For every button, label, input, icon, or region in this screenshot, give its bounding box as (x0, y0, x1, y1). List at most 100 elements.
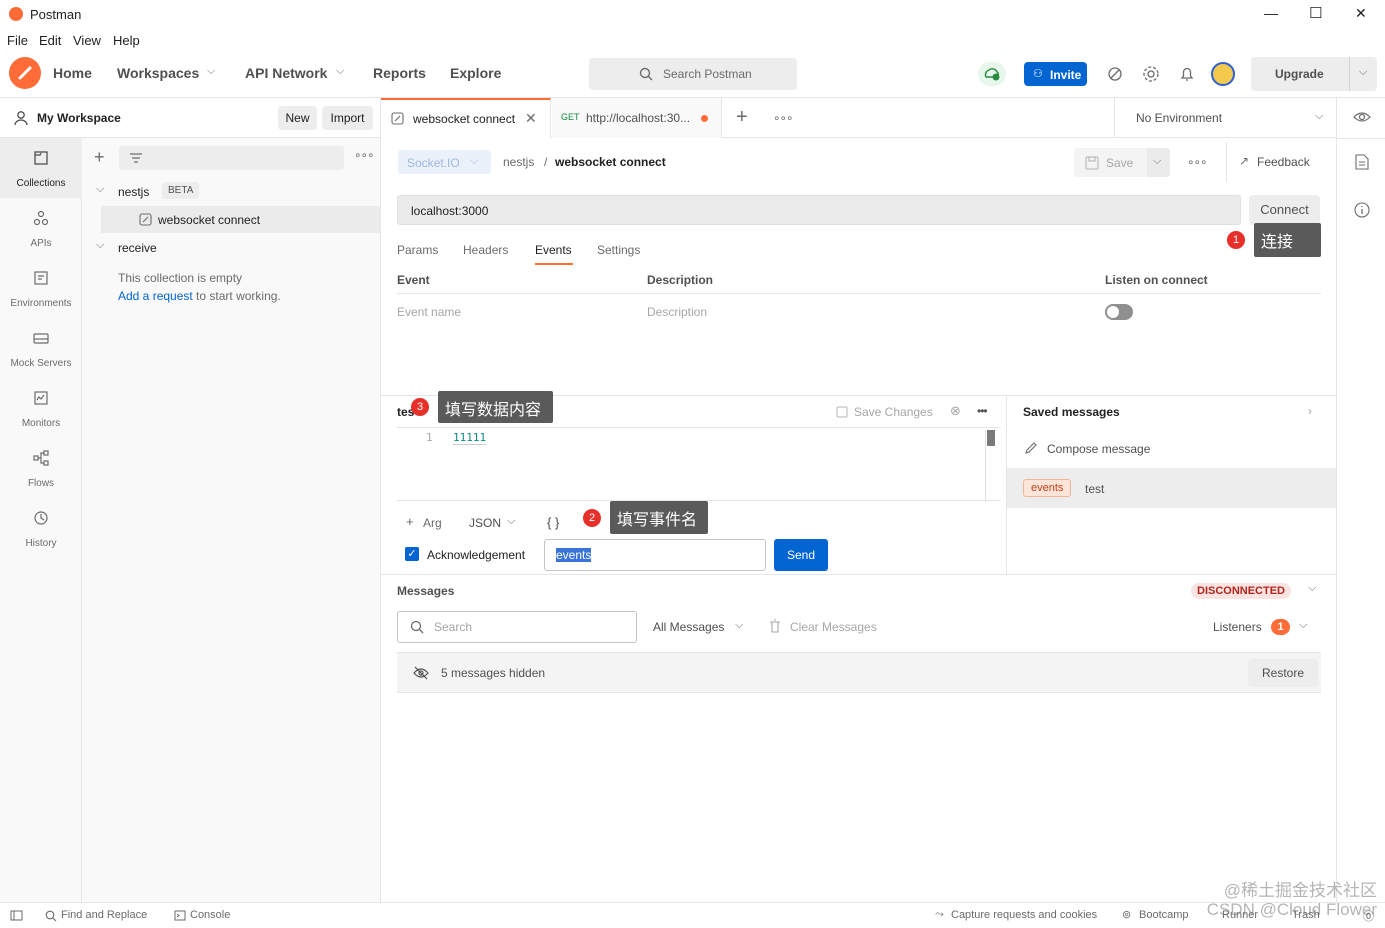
more-options-icon[interactable]: ••• (977, 404, 988, 418)
collection-receive[interactable]: receive (118, 241, 157, 255)
event-name-input[interactable]: Event name (397, 305, 461, 319)
avatar[interactable] (1211, 62, 1235, 86)
connect-button[interactable]: Connect (1249, 195, 1320, 225)
toggle-sidebar-icon[interactable] (10, 910, 23, 921)
sidebar-item-label: History (25, 538, 57, 549)
chevron-down-icon[interactable]: ⌵ (1308, 582, 1316, 595)
sidebar-item-collections[interactable]: Collections (0, 138, 82, 198)
beautify-braces-icon[interactable]: { } (547, 515, 559, 530)
close-button[interactable]: ✕ (1355, 5, 1367, 22)
send-button[interactable]: Send (774, 539, 828, 571)
nav-explore[interactable]: Explore (450, 65, 501, 81)
maximize-button[interactable]: ☐ (1309, 4, 1322, 22)
chevron-down-icon[interactable]: ⌵ (96, 239, 104, 252)
notification-bell-icon[interactable] (1178, 65, 1196, 83)
menu-view[interactable]: View (73, 33, 101, 48)
request-title[interactable]: websocket connect (555, 155, 666, 169)
sidebar-item-environments[interactable]: Environments (0, 258, 82, 318)
save-button[interactable]: Save ⌵ (1074, 148, 1170, 177)
clear-messages-button[interactable]: Clear Messages (790, 620, 877, 634)
add-arg-button[interactable]: Arg (423, 516, 442, 530)
breadcrumb-parent[interactable]: nestjs (503, 155, 534, 169)
nav-reports[interactable]: Reports (373, 65, 426, 81)
chevron-down-icon[interactable]: ⌵ (1153, 155, 1161, 168)
messages-search-input[interactable]: Search (397, 611, 637, 643)
sync-status-icon[interactable] (978, 62, 1006, 86)
discard-icon[interactable]: ⊗ (950, 403, 961, 419)
menu-edit[interactable]: Edit (39, 33, 61, 48)
listen-on-connect-toggle[interactable] (1105, 304, 1133, 320)
import-button[interactable]: Import (322, 106, 373, 130)
subtab-params[interactable]: Params (397, 243, 438, 257)
restore-button[interactable]: Restore (1248, 659, 1318, 687)
workspace-name[interactable]: My Workspace (37, 111, 121, 125)
console-button[interactable]: Console (190, 909, 230, 921)
subtab-events[interactable]: Events (535, 243, 572, 257)
capture-button[interactable]: Capture requests and cookies (951, 909, 1097, 921)
menu-file[interactable]: File (7, 33, 28, 48)
nav-api-network[interactable]: API Network (245, 65, 327, 81)
menu-help[interactable]: Help (113, 33, 140, 48)
sidebar-item-mock-servers[interactable]: Mock Servers (0, 318, 82, 378)
chevron-right-icon[interactable]: › (1308, 404, 1312, 418)
new-button[interactable]: New (278, 106, 317, 130)
feedback-button[interactable]: Feedback (1257, 155, 1310, 169)
settings-gear-icon[interactable] (1142, 65, 1160, 83)
workspace-bar: My Workspace New Import (0, 98, 381, 138)
event-name-field[interactable]: events (544, 539, 766, 571)
sidebar-item-apis[interactable]: APIs (0, 198, 82, 258)
subtab-settings[interactable]: Settings (597, 243, 640, 257)
invite-button[interactable]: ⚇ Invite (1024, 62, 1087, 86)
request-type-selector[interactable]: Socket.IO ⌵ (398, 150, 491, 174)
documentation-icon[interactable] (1355, 154, 1369, 170)
info-icon[interactable] (1354, 202, 1370, 218)
tab-websocket-connect[interactable]: websocket connect ✕ (381, 98, 551, 138)
invite-label: Invite (1050, 68, 1082, 82)
find-replace-button[interactable]: Find and Replace (61, 909, 147, 921)
saved-message-item[interactable]: events test (1007, 468, 1336, 508)
event-description-input[interactable]: Description (647, 305, 707, 319)
satellite-icon[interactable] (1106, 65, 1124, 83)
compose-message-button[interactable]: Compose message (1047, 442, 1150, 456)
add-request-link[interactable]: Add a request (118, 289, 193, 303)
sidebar-item-monitors[interactable]: Monitors (0, 378, 82, 438)
new-tab-plus-icon[interactable]: + (736, 106, 748, 129)
editor-scrollbar[interactable] (987, 430, 995, 446)
url-input[interactable]: localhost:3000 (397, 195, 1241, 225)
sidebar-item-label: Collections (16, 178, 66, 189)
more-tabs-icon[interactable]: ∘∘∘ (773, 111, 794, 125)
messages-title: Messages (397, 584, 455, 598)
bootcamp-button[interactable]: Bootcamp (1139, 909, 1189, 921)
filter-input[interactable] (119, 146, 344, 170)
tab-get-localhost[interactable]: GET http://localhost:30... (552, 98, 722, 138)
postman-home-logo-icon[interactable] (9, 57, 41, 89)
save-changes-button[interactable]: Save Changes (854, 405, 933, 419)
acknowledgement-checkbox[interactable]: ✓ (405, 547, 419, 561)
sidebar-item-history[interactable]: History (0, 498, 82, 558)
collection-nestjs[interactable]: nestjs (118, 185, 149, 199)
global-search[interactable]: Search Postman (589, 58, 797, 90)
nav-home[interactable]: Home (53, 65, 92, 81)
close-tab-icon[interactable]: ✕ (525, 110, 537, 127)
message-filter-dropdown[interactable]: All Messages (653, 620, 724, 634)
acknowledgement-label: Acknowledgement (427, 548, 526, 562)
add-collection-plus-icon[interactable]: + (94, 147, 105, 168)
sidebar-item-flows[interactable]: Flows (0, 438, 82, 498)
nav-workspaces[interactable]: Workspaces (117, 65, 199, 81)
chevron-down-icon[interactable]: ⌵ (96, 183, 104, 196)
upgrade-button[interactable]: Upgrade ⌵ (1251, 57, 1377, 91)
tree-item-websocket-connect[interactable]: websocket connect (101, 206, 380, 233)
listeners-dropdown[interactable]: Listeners (1213, 620, 1262, 634)
subtab-headers[interactable]: Headers (463, 243, 508, 257)
minimize-button[interactable]: — (1264, 5, 1278, 21)
chevron-down-icon[interactable]: ⌵ (1359, 66, 1367, 79)
search-icon (410, 620, 424, 634)
format-selector[interactable]: JSON (469, 516, 501, 530)
more-options-icon[interactable]: ∘∘∘ (1187, 155, 1208, 169)
message-editor[interactable]: 1 11111 (397, 427, 1001, 502)
environment-selector[interactable]: No Environment ⌵ (1114, 98, 1336, 138)
search-icon (639, 67, 653, 81)
environment-quick-look-eye-icon[interactable] (1353, 110, 1371, 124)
console-icon (174, 910, 186, 921)
more-options-icon[interactable]: ∘∘∘ (354, 148, 375, 162)
